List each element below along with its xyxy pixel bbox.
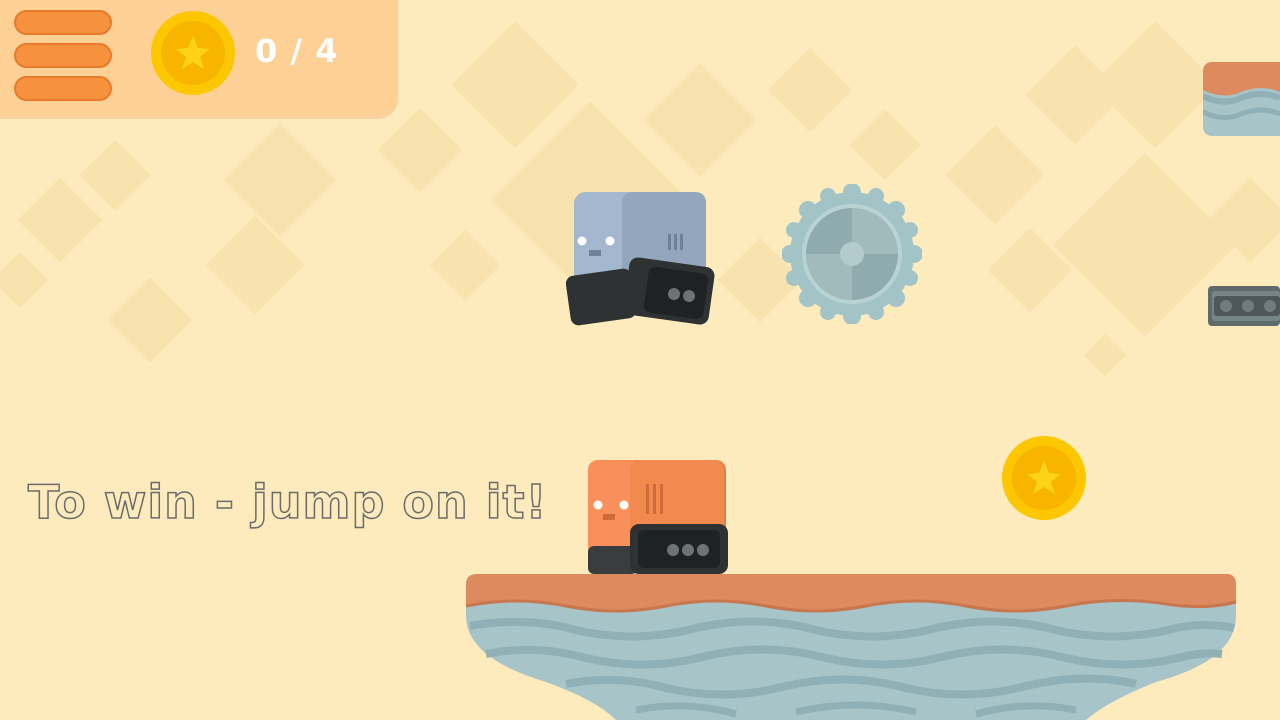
menu-button[interactable]	[14, 10, 114, 106]
spinning-saw	[782, 184, 922, 324]
hint-text: To win - jump on it!	[27, 474, 548, 530]
hamburger-menu-icon	[14, 10, 112, 35]
blue-robot	[566, 192, 715, 326]
coin-counter: 0 / 4	[255, 32, 339, 70]
metal-rail	[1208, 286, 1280, 326]
menu-bar-middle	[14, 43, 112, 68]
gold-coin	[1002, 436, 1086, 520]
menu-bar-bottom	[14, 76, 112, 101]
orange-robot	[588, 460, 728, 574]
top-right-platform	[1203, 62, 1280, 136]
main-platform	[466, 574, 1237, 720]
gold-star-coin-icon	[151, 11, 235, 95]
